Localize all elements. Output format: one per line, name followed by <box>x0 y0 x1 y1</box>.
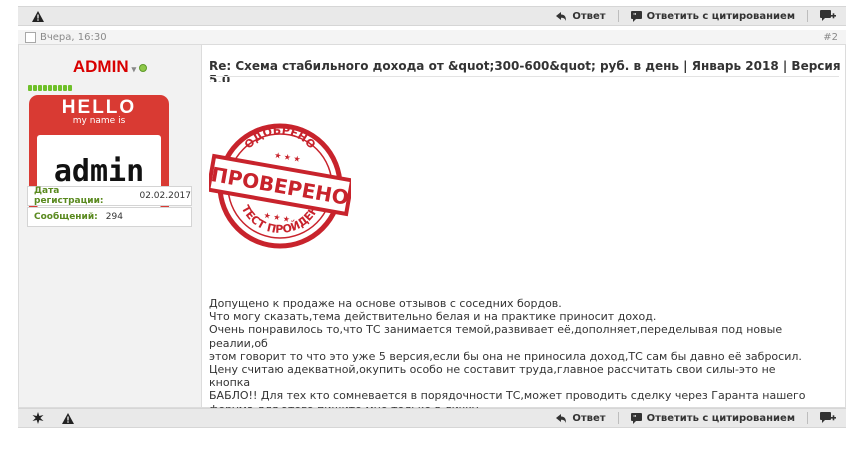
top-action-bar: Ответ " Ответить с цитированием <box>18 6 846 26</box>
svg-text:": " <box>633 414 637 422</box>
post-date: Вчера, 16:30 <box>40 31 107 43</box>
reply-arrow-icon <box>555 413 567 424</box>
stamp-image: ОДОБРЕНО ТЕСТ ПРОЙДЕН ПРОВЕРЕНО ★ ★ ★ ★ … <box>205 82 355 281</box>
online-status-icon <box>139 63 148 72</box>
divider <box>807 412 808 424</box>
reply-arrow-icon <box>555 11 567 22</box>
svg-text:ОДОБРЕНО: ОДОБРЕНО <box>242 124 318 152</box>
username-link[interactable]: ADMIN <box>73 57 129 76</box>
multiquote-plus-icon <box>820 10 836 22</box>
post-header: Вчера, 16:30 #2 <box>18 30 846 45</box>
quote-icon: " <box>630 412 642 424</box>
checkbox-icon[interactable] <box>25 31 36 43</box>
post-body-text: Допущено к продаже на основе отзывов с с… <box>209 297 806 416</box>
warning-icon[interactable] <box>32 10 44 22</box>
quote-reply-label: Ответить с цитированием <box>646 10 795 22</box>
reputation-bar <box>28 85 72 91</box>
registration-label: Дата регистрации: <box>34 186 104 206</box>
multiquote-button[interactable] <box>820 412 836 424</box>
divider <box>807 10 808 22</box>
quote-reply-button[interactable]: " Ответить с цитированием <box>630 10 795 22</box>
reply-button[interactable]: Ответ <box>555 10 606 22</box>
bottom-action-bar: Ответ " Ответить с цитированием <box>18 408 846 428</box>
post: ADMIN ▾ HELLO my name is admin Дата регис… <box>18 45 846 416</box>
user-sidebar: ADMIN ▾ HELLO my name is admin Дата регис… <box>19 45 202 407</box>
quote-reply-button[interactable]: " Ответить с цитированием <box>630 412 795 424</box>
divider <box>617 10 619 22</box>
post-number-link[interactable]: #2 <box>823 32 838 43</box>
svg-text:": " <box>633 12 637 20</box>
quote-reply-label: Ответить с цитированием <box>646 412 795 424</box>
chevron-down-icon[interactable]: ▾ <box>132 64 137 74</box>
username-row: ADMIN ▾ <box>19 57 201 77</box>
avatar-name-text: admin <box>53 154 145 189</box>
post-content: Re: Схема стабильного дохода от &quot;30… <box>202 45 845 416</box>
registration-info: Дата регистрации: 02.02.2017 <box>27 186 192 206</box>
posts-info: Сообщений: 294 <box>27 207 192 227</box>
quote-icon: " <box>630 10 642 22</box>
reply-button[interactable]: Ответ <box>555 412 606 424</box>
svg-text:★ ★ ★: ★ ★ ★ <box>274 151 302 164</box>
posts-label: Сообщений: <box>34 212 98 222</box>
warning-icon[interactable] <box>62 412 74 424</box>
multiquote-button[interactable] <box>820 10 836 22</box>
reply-label: Ответ <box>572 10 606 22</box>
divider <box>209 76 839 77</box>
avatar-sub-text: my name is <box>72 116 126 126</box>
multiquote-plus-icon <box>820 412 836 424</box>
posts-value: 294 <box>105 212 123 222</box>
star-burst-icon[interactable] <box>32 412 44 424</box>
divider <box>617 412 619 424</box>
reply-label: Ответ <box>572 412 606 424</box>
registration-value: 02.02.2017 <box>139 191 191 201</box>
